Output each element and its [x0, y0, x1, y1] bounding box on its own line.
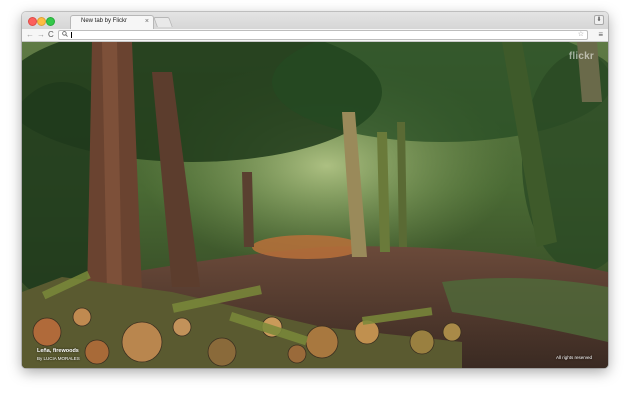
flickr-logo[interactable]: flickr [569, 51, 594, 62]
new-tab-button[interactable] [153, 17, 173, 27]
window-maximize-button[interactable] [46, 17, 55, 26]
menu-icon[interactable]: ≡ [598, 30, 603, 40]
bookmark-star-icon[interactable]: ☆ [578, 31, 584, 39]
photo-byline[interactable]: By LUCIA MORALES [37, 356, 80, 361]
browser-toolbar: ← → C ☆ ≡ [22, 29, 608, 42]
text-cursor [71, 32, 72, 38]
background-photo [22, 42, 608, 368]
photo-title[interactable]: Leña, firewoods [37, 348, 79, 354]
window-close-button[interactable] [28, 17, 37, 26]
address-bar[interactable]: ☆ [58, 30, 588, 40]
browser-window: New tab by Flickr × ⬇ ← → C ☆ ≡ flickr L… [22, 12, 608, 368]
url-input[interactable] [71, 31, 571, 39]
tab-close-icon[interactable]: × [145, 17, 149, 26]
download-icon[interactable]: ⬇ [594, 15, 604, 25]
tab-new-tab[interactable]: New tab by Flickr × [70, 15, 154, 29]
back-arrow-icon[interactable]: ← [26, 30, 34, 40]
window-minimize-button[interactable] [37, 17, 46, 26]
tab-title: New tab by Flickr [81, 18, 128, 24]
photo-rights: All rights reserved [555, 355, 592, 360]
forward-arrow-icon[interactable]: → [37, 30, 45, 40]
search-icon [62, 31, 68, 40]
tab-strip: New tab by Flickr × ⬇ [22, 12, 608, 29]
reload-icon[interactable]: C [48, 30, 54, 40]
new-tab-page: flickr Leña, firewoods By LUCIA MORALES … [22, 42, 608, 368]
